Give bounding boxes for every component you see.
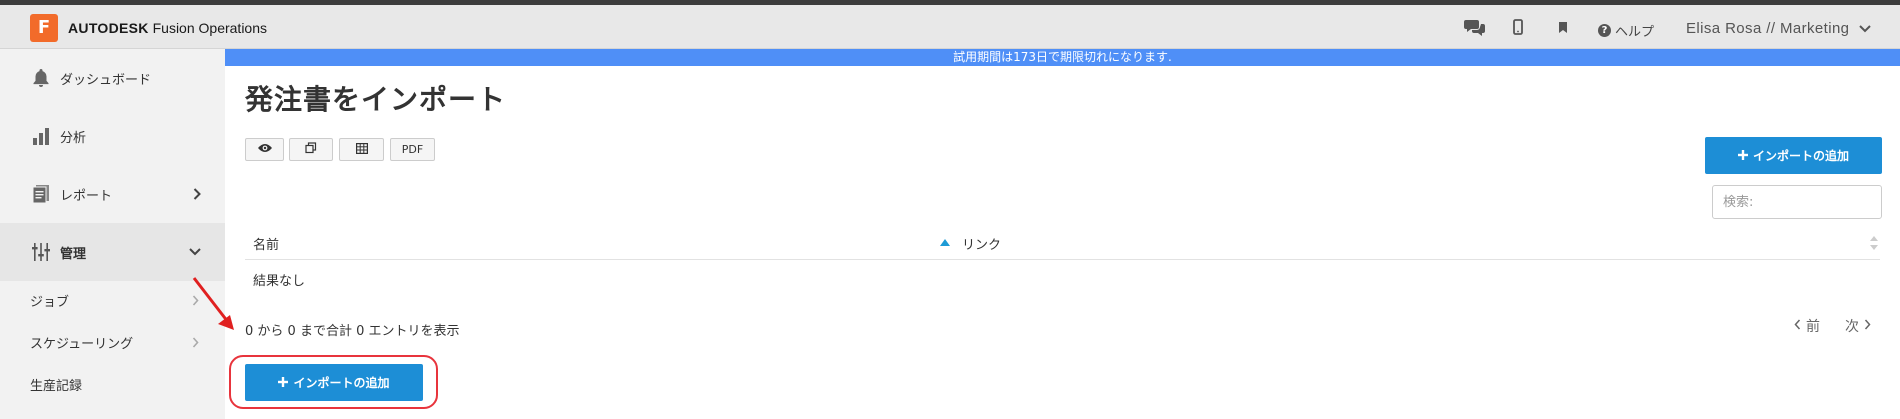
view-button[interactable] — [245, 138, 284, 161]
mobile-icon[interactable] — [1510, 16, 1526, 38]
sidebar-item-reports[interactable]: レポート — [0, 165, 225, 223]
sidebar-subitem-label: ジョブ — [30, 294, 70, 310]
brand-name: AUTODESK — [68, 20, 149, 36]
pager-next-label: 次 — [1845, 319, 1859, 335]
product-name: Fusion Operations — [152, 20, 268, 36]
pager-prev[interactable]: 前 — [1794, 316, 1820, 336]
sidebar-item-label: 分析 — [60, 130, 87, 146]
sidebar-item-analysis[interactable]: 分析 — [0, 107, 225, 165]
sliders-icon — [30, 241, 52, 263]
column-header-name[interactable]: 名前 — [253, 228, 279, 258]
sidebar-item-label: ダッシュボード — [60, 72, 152, 88]
eye-icon — [257, 143, 273, 156]
user-label: Elisa Rosa // Marketing — [1686, 20, 1850, 37]
user-menu[interactable]: Elisa Rosa // Marketing — [1686, 20, 1872, 37]
info-end: 0 — [287, 324, 296, 339]
sidebar: ダッシュボード 分析 レポート 管理 ジョブ スケジューリング 生産記録 — [0, 49, 225, 419]
info-text: まで合計 — [295, 324, 357, 339]
annotation-arrow-icon — [190, 276, 240, 338]
help-link[interactable]: ? ヘルプ — [1598, 21, 1654, 40]
chat-icon[interactable] — [1463, 16, 1487, 38]
column-header-link[interactable]: リンク — [962, 228, 1001, 258]
sort-asc-icon[interactable] — [940, 228, 950, 258]
add-import-button-top[interactable]: インポートの追加 — [1705, 137, 1882, 174]
trial-banner: 試用期間は173日で期限切れになります. — [225, 49, 1900, 66]
sidebar-subitem-label: 生産記録 — [30, 378, 83, 394]
report-icon — [30, 183, 52, 205]
excel-button[interactable] — [339, 138, 384, 161]
info-text: エントリを表示 — [364, 324, 460, 339]
bookmark-icon[interactable] — [1556, 16, 1570, 38]
search-input[interactable] — [1712, 185, 1882, 219]
chevron-right-icon — [193, 165, 201, 223]
copy-button[interactable] — [289, 138, 333, 161]
sidebar-subitem-production-records[interactable]: 生産記録 — [0, 363, 225, 405]
chevron-down-icon — [1859, 20, 1872, 37]
chevron-right-icon — [1864, 318, 1871, 334]
page-title: 発注書をインポート — [245, 83, 507, 116]
table-icon — [355, 142, 368, 157]
bar-chart-icon — [30, 125, 52, 147]
column-label: リンク — [962, 237, 1002, 253]
chevron-down-icon — [189, 223, 201, 281]
bell-icon — [30, 67, 52, 89]
pdf-button[interactable]: PDF — [390, 138, 435, 161]
app-title: AUTODESK Fusion Operations — [68, 20, 267, 36]
app-header: F AUTODESK Fusion Operations ? ヘルプ Elisa… — [0, 5, 1900, 49]
plus-icon — [1737, 149, 1748, 163]
highlight-ring — [229, 355, 438, 409]
sidebar-item-management[interactable]: 管理 — [0, 223, 225, 281]
sort-both-icon[interactable] — [1870, 228, 1878, 258]
column-label: 名前 — [253, 237, 280, 253]
table-info: 0 から 0 まで合計 0 エントリを表示 — [245, 320, 460, 339]
add-import-label: インポートの追加 — [1752, 149, 1849, 163]
sidebar-item-label: レポート — [60, 188, 113, 204]
table-empty-row: 結果なし — [253, 274, 306, 289]
help-label: ヘルプ — [1615, 25, 1655, 40]
pager-prev-label: 前 — [1806, 319, 1820, 335]
table-header-divider — [245, 259, 1880, 260]
app-logo[interactable]: F — [30, 14, 58, 42]
info-text: から — [253, 324, 288, 339]
copy-icon — [305, 142, 317, 157]
sidebar-item-dashboard[interactable]: ダッシュボード — [0, 49, 225, 107]
pager-next[interactable]: 次 — [1845, 316, 1871, 336]
sidebar-subitem-label: スケジューリング — [30, 336, 134, 352]
chevron-left-icon — [1794, 318, 1801, 334]
sidebar-item-label: 管理 — [60, 246, 87, 262]
help-icon: ? — [1598, 24, 1611, 37]
